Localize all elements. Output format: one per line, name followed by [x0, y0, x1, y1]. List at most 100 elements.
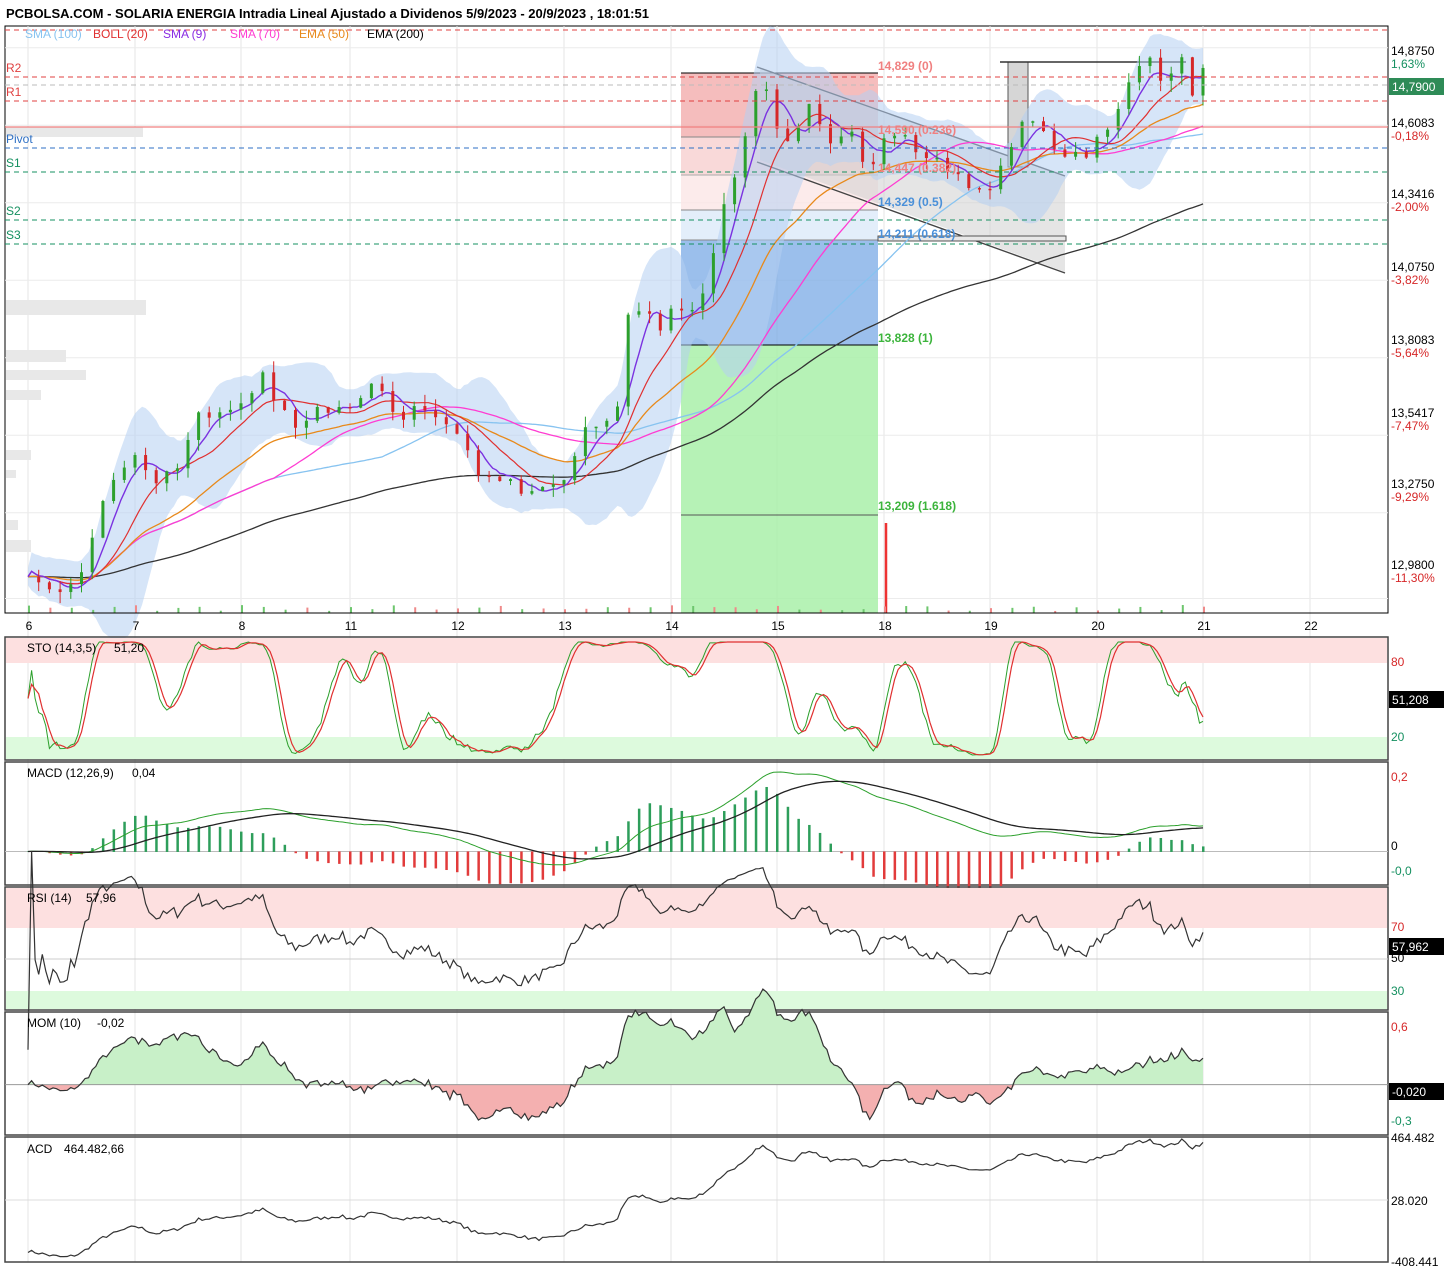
- volume-bar: [28, 605, 30, 613]
- volume-bar: [1203, 606, 1205, 613]
- volume-profile-bar: [6, 300, 146, 315]
- volume-bar: [435, 609, 438, 613]
- x-tick-label: 14: [665, 619, 679, 633]
- volume-bar: [990, 608, 992, 613]
- candle: [775, 89, 779, 129]
- legend-item: EMA (50): [299, 27, 349, 41]
- percent-tick-label: -9,29%: [1391, 490, 1429, 504]
- macd-signal-line: [27, 780, 1204, 860]
- macd-histogram-bar: [605, 841, 609, 852]
- macd-histogram-bar: [765, 786, 768, 852]
- volume-profile-bar: [6, 520, 18, 530]
- fib-label: 13,209 (1.618): [878, 499, 956, 513]
- price-tick-label: 14,8750: [1391, 44, 1435, 58]
- volume-bar: [884, 606, 886, 613]
- volume-bar: [905, 606, 908, 613]
- macd-histogram-bar: [381, 851, 384, 862]
- macd-histogram-bar: [957, 851, 960, 889]
- macd-histogram-bar: [456, 851, 459, 873]
- macd-histogram-bar: [530, 851, 534, 883]
- macd-histogram-bar: [509, 851, 512, 884]
- acd-tick: 464.482: [1391, 1131, 1435, 1145]
- macd-histogram-bar: [466, 851, 470, 876]
- candle: [764, 89, 768, 92]
- volume-bar: [1032, 606, 1035, 613]
- overbought-zone: [6, 638, 1387, 663]
- price-tick-label: 13,2750: [1391, 477, 1435, 491]
- volume-bar: [177, 607, 180, 613]
- candle: [701, 293, 705, 310]
- macd-histogram-bar: [563, 851, 566, 872]
- volume-bar: [198, 606, 201, 613]
- candle: [369, 383, 373, 399]
- candle: [861, 131, 865, 162]
- mom-tick: -0,3: [1391, 1114, 1412, 1128]
- candle: [112, 479, 116, 502]
- macd-histogram-bar: [520, 851, 523, 884]
- level-label-s1: S1: [6, 156, 21, 170]
- candle: [839, 136, 843, 144]
- candle: [1106, 129, 1110, 137]
- candle: [1020, 121, 1024, 148]
- candle: [69, 584, 73, 593]
- x-tick-label: 11: [345, 619, 358, 633]
- candle: [434, 410, 438, 418]
- candle: [380, 383, 384, 392]
- candle: [487, 475, 491, 477]
- candle: [207, 412, 211, 418]
- volume-bar: [628, 607, 631, 613]
- volume-bar: [113, 606, 116, 613]
- macd-tick: 0,2: [1391, 770, 1408, 784]
- level-label-s3: S3: [6, 228, 21, 242]
- candle: [1084, 151, 1088, 158]
- volume-bar: [862, 609, 865, 613]
- candle: [133, 455, 137, 468]
- macd-histogram-bar: [218, 826, 222, 852]
- price-tick-label: 14,3416: [1391, 187, 1435, 201]
- macd-histogram-bar: [627, 821, 630, 852]
- candle: [551, 484, 555, 487]
- volume-profile-bar: [6, 350, 66, 362]
- candle: [315, 407, 319, 421]
- macd-histogram-bar: [316, 851, 319, 862]
- candle: [1137, 66, 1141, 83]
- macd-histogram-bar: [283, 844, 287, 852]
- acd-value: 464.482,66: [64, 1142, 124, 1156]
- macd-histogram-bar: [786, 806, 790, 852]
- candle: [498, 476, 502, 481]
- volume-bar: [392, 605, 395, 613]
- volume-bar: [713, 607, 716, 613]
- candle: [101, 501, 105, 538]
- candle: [47, 582, 51, 590]
- macd-histogram-bar: [1031, 851, 1035, 863]
- macd-histogram-bar: [1042, 851, 1045, 859]
- macd-histogram-bar: [1085, 851, 1088, 864]
- mom-label: MOM (10): [27, 1016, 81, 1030]
- volume-profile-bar: [6, 450, 31, 460]
- candle: [871, 161, 875, 165]
- rsi-last: 57,962: [1392, 940, 1429, 954]
- macd-histogram-bar: [305, 851, 308, 859]
- percent-tick-label: -0,18%: [1391, 129, 1429, 143]
- macd-histogram-bar: [1021, 851, 1024, 870]
- macd-histogram-bar: [1191, 844, 1194, 852]
- macd-histogram-bar: [967, 851, 971, 891]
- volume-bar: [350, 607, 352, 613]
- volume-bar: [798, 609, 801, 613]
- volume-bar: [371, 609, 374, 613]
- macd-tick: -0,0: [1391, 864, 1412, 878]
- macd-histogram-bar: [240, 831, 243, 852]
- macd-panel: MACD (12,26,9) 0,04 0,2 0 -0,0: [4, 761, 1412, 891]
- price-tick-label: 13,8083: [1391, 333, 1435, 347]
- mom-last: -0,020: [1392, 1085, 1426, 1099]
- volume-bar: [135, 605, 137, 613]
- candle: [1052, 131, 1056, 150]
- candle: [359, 398, 363, 408]
- macd-histogram-bar: [1149, 837, 1152, 852]
- macd-histogram-bar: [797, 818, 800, 852]
- volume-bar: [1011, 607, 1014, 613]
- sto-tick: 80: [1391, 655, 1405, 669]
- macd-histogram-bar: [445, 851, 448, 871]
- macd-histogram-bar: [925, 851, 928, 886]
- macd-histogram-bar: [861, 851, 865, 869]
